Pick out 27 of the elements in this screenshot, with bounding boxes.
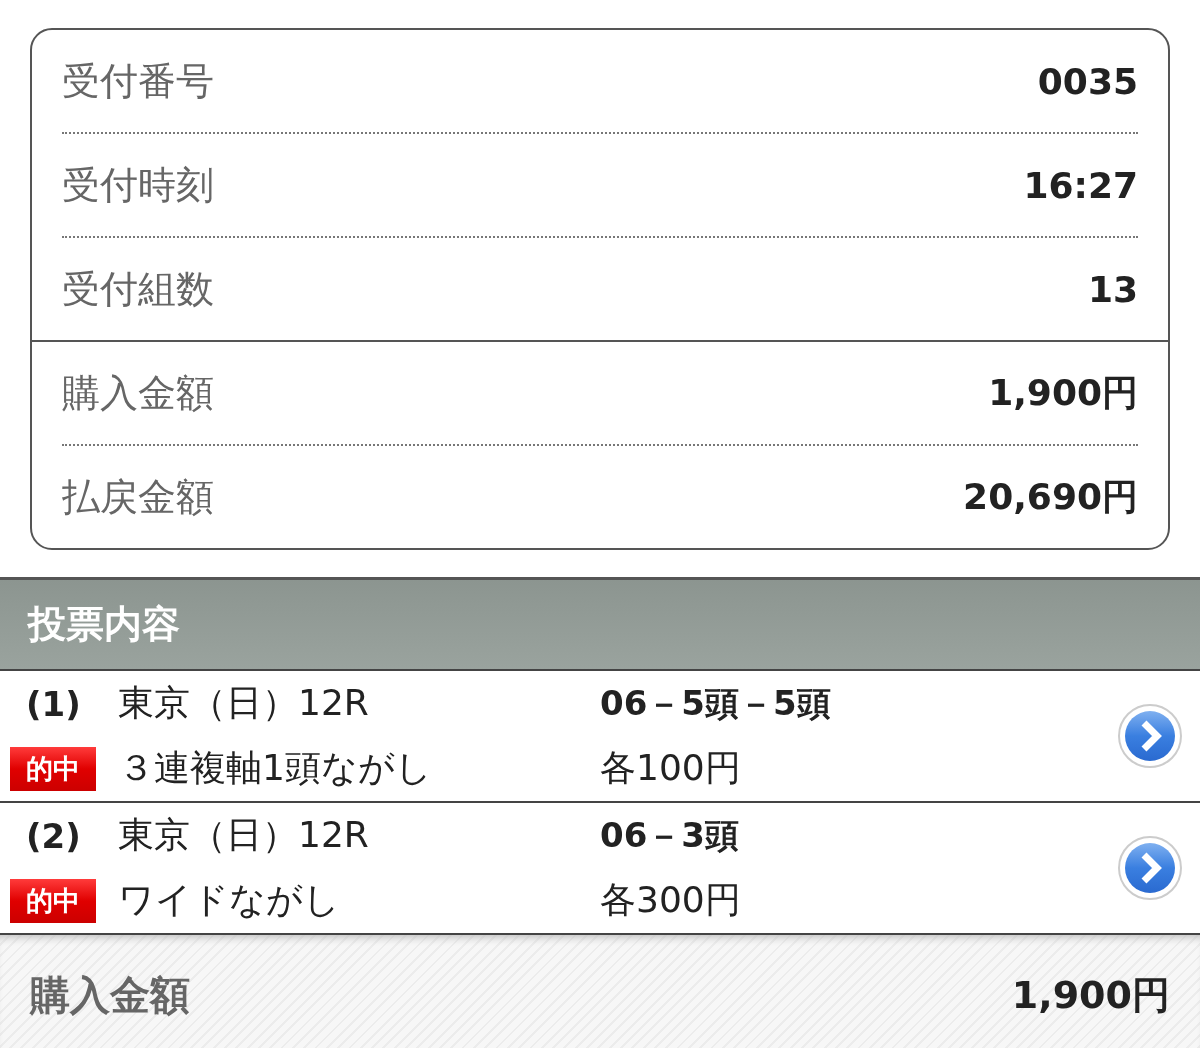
bet-type: ワイドながし bbox=[117, 878, 341, 922]
race-name: 東京（日）12R bbox=[117, 813, 370, 857]
field-label: 受付番号 bbox=[62, 57, 214, 105]
field-label: 受付組数 bbox=[62, 265, 214, 313]
section-header: 投票内容 bbox=[0, 577, 1200, 669]
field-value: 16:27 bbox=[1023, 164, 1138, 206]
field-label: 払戻金額 bbox=[62, 473, 214, 521]
field-value: 20,690円 bbox=[963, 474, 1138, 519]
hit-badge: 的中 bbox=[10, 746, 96, 791]
field-value: 0035 bbox=[1037, 60, 1138, 102]
bet-combination: 06－5頭－5頭 bbox=[600, 681, 832, 725]
bet-combination: 06－3頭 bbox=[600, 813, 740, 857]
bet-amount: 各300円 bbox=[600, 878, 742, 922]
chevron-right-icon[interactable] bbox=[1117, 835, 1183, 901]
bet-number: (2) bbox=[25, 815, 82, 856]
bet-type: ３連複軸1頭ながし bbox=[117, 746, 433, 790]
race-name: 東京（日）12R bbox=[117, 681, 370, 725]
field-value: 13 bbox=[1087, 268, 1138, 310]
chevron-right-icon[interactable] bbox=[1117, 703, 1183, 769]
total-value: 1,900円 bbox=[1011, 971, 1170, 1019]
bet-number: (1) bbox=[25, 683, 82, 724]
hit-badge: 的中 bbox=[10, 878, 96, 923]
total-label: 購入金額 bbox=[30, 970, 190, 1020]
bet-amount: 各100円 bbox=[600, 746, 742, 790]
field-label: 受付時刻 bbox=[62, 161, 214, 209]
field-value: 1,900円 bbox=[988, 370, 1138, 415]
field-label: 購入金額 bbox=[62, 369, 214, 417]
